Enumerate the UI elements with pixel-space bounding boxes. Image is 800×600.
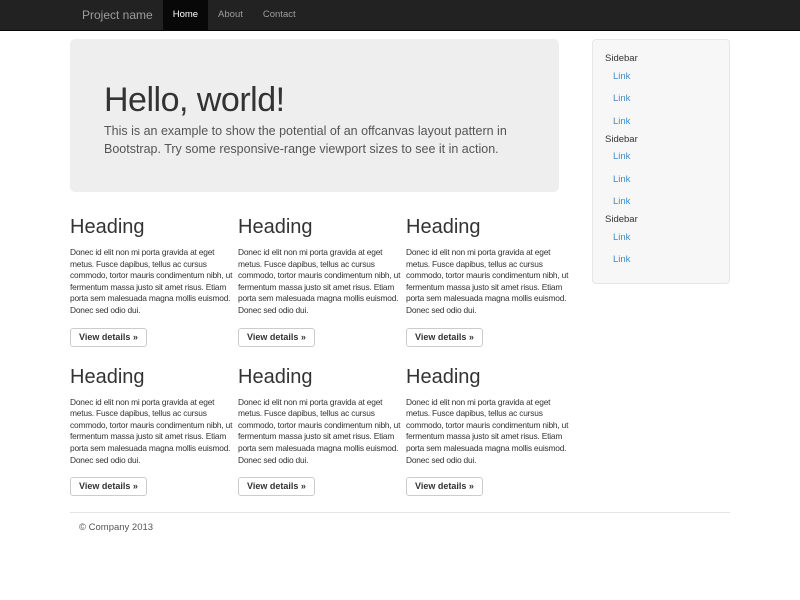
navbar-menu: Home About Contact [163,0,306,30]
sidebar-link[interactable]: Link [605,110,717,133]
feature-card: Heading Donec id elit non mi porta gravi… [70,364,238,497]
view-details-button[interactable]: View details » [70,477,147,496]
sidebar-group: Sidebar Link Link Link [605,133,717,214]
nav-item-home[interactable]: Home [163,0,208,30]
page-container: Hello, world! This is an example to show… [70,39,730,533]
card-heading: Heading [70,364,234,390]
card-heading: Heading [406,214,570,240]
view-details-button[interactable]: View details » [70,328,147,347]
feature-card: Heading Donec id elit non mi porta gravi… [406,214,574,347]
card-body-text: Donec id elit non mi porta gravida at eg… [406,397,570,467]
jumbotron-description: This is an example to show the potential… [104,123,525,158]
card-body-text: Donec id elit non mi porta gravida at eg… [238,397,402,467]
view-details-button[interactable]: View details » [238,477,315,496]
sidebar-link[interactable]: Link [605,249,717,272]
sidebar-link[interactable]: Link [605,226,717,249]
navbar-container: Project name Home About Contact [70,0,730,30]
sidebar-link[interactable]: Link [605,146,717,169]
view-details-button[interactable]: View details » [406,328,483,347]
card-body-text: Donec id elit non mi porta gravida at eg… [70,397,234,467]
feature-card: Heading Donec id elit non mi porta gravi… [238,364,406,497]
sidebar-link[interactable]: Link [605,168,717,191]
feature-card: Heading Donec id elit non mi porta gravi… [406,364,574,497]
card-heading: Heading [238,214,402,240]
nav-item-contact[interactable]: Contact [253,0,306,30]
jumbotron: Hello, world! This is an example to show… [70,39,559,192]
navbar: Project name Home About Contact [0,0,800,31]
card-body-text: Donec id elit non mi porta gravida at eg… [238,247,402,317]
main-content: Hello, world! This is an example to show… [70,39,574,496]
copyright-text: © Company 2013 [79,522,730,533]
sidebar: Sidebar Link Link Link Sidebar Link Link… [592,39,730,284]
brand-link[interactable]: Project name [70,0,153,30]
view-details-button[interactable]: View details » [406,477,483,496]
sidebar-group: Sidebar Link Link [605,213,717,271]
sidebar-link[interactable]: Link [605,65,717,88]
card-body-text: Donec id elit non mi porta gravida at eg… [406,247,570,317]
sidebar-link[interactable]: Link [605,88,717,111]
card-heading: Heading [238,364,402,390]
sidebar-group: Sidebar Link Link Link [605,52,717,133]
card-heading: Heading [406,364,570,390]
page-title: Hello, world! [104,81,525,119]
sidebar-header: Sidebar [605,213,717,226]
feature-card: Heading Donec id elit non mi porta gravi… [238,214,406,347]
view-details-button[interactable]: View details » [238,328,315,347]
card-body-text: Donec id elit non mi porta gravida at eg… [70,247,234,317]
footer: © Company 2013 [70,512,730,533]
cards-row-1: Heading Donec id elit non mi porta gravi… [70,214,574,347]
sidebar-header: Sidebar [605,133,717,146]
card-heading: Heading [70,214,234,240]
cards-row-2: Heading Donec id elit non mi porta gravi… [70,364,574,497]
sidebar-link[interactable]: Link [605,191,717,214]
sidebar-header: Sidebar [605,52,717,65]
nav-item-about[interactable]: About [208,0,253,30]
feature-card: Heading Donec id elit non mi porta gravi… [70,214,238,347]
